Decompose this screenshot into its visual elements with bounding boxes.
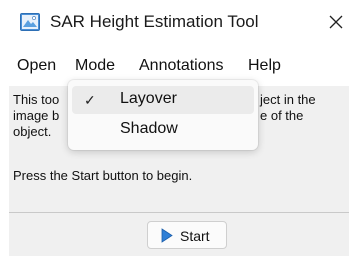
menu-item-label: Shadow bbox=[120, 120, 178, 137]
description-line-right: ject in the bbox=[260, 92, 316, 107]
window-title: SAR Height Estimation Tool bbox=[50, 12, 259, 31]
menu-bar: Open Mode Annotations Help bbox=[0, 54, 356, 80]
hint-text: Press the Start button to begin. bbox=[13, 168, 193, 183]
menu-item-shadow[interactable]: Shadow bbox=[72, 116, 254, 144]
close-icon bbox=[329, 15, 343, 29]
menu-item-layover[interactable]: ✓ Layover bbox=[72, 86, 254, 114]
sar-app-icon bbox=[20, 13, 40, 31]
check-icon: ✓ bbox=[84, 92, 96, 108]
footer-panel: Start bbox=[9, 213, 349, 256]
start-button-label: Start bbox=[180, 228, 210, 244]
play-icon bbox=[161, 228, 173, 243]
description-line-right: e of the bbox=[260, 108, 304, 123]
menu-annotations[interactable]: Annotations bbox=[139, 57, 224, 75]
title-bar[interactable]: SAR Height Estimation Tool bbox=[0, 0, 356, 44]
menu-open[interactable]: Open bbox=[17, 57, 56, 75]
app-window: SAR Height Estimation Tool Open Mode Ann… bbox=[0, 0, 356, 258]
close-button[interactable] bbox=[322, 8, 350, 36]
menu-item-label: Layover bbox=[120, 90, 177, 107]
start-button[interactable]: Start bbox=[147, 221, 227, 249]
menu-help[interactable]: Help bbox=[248, 57, 281, 75]
mode-dropdown-menu: ✓ Layover Shadow bbox=[68, 80, 258, 150]
menu-mode[interactable]: Mode bbox=[75, 57, 115, 75]
